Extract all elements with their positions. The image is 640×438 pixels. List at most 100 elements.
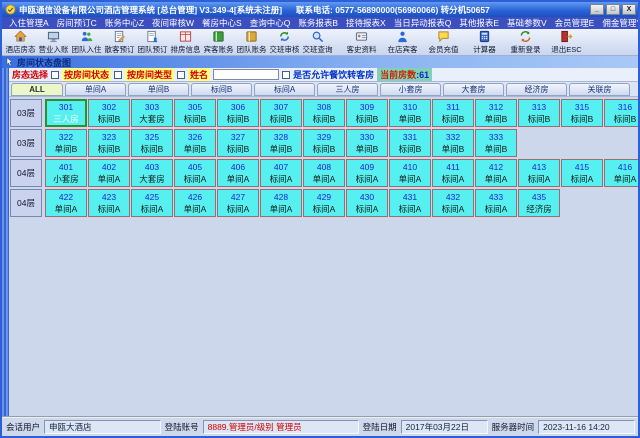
room-cell-403[interactable]: 403大套房 xyxy=(131,159,173,187)
room-cell-433[interactable]: 433标间A xyxy=(475,189,517,217)
menu-item-13[interactable]: 佣金管理Y xyxy=(598,17,638,29)
room-cell-427[interactable]: 427标间A xyxy=(217,189,259,217)
room-cell-426[interactable]: 426单间A xyxy=(174,189,216,217)
room-cell-329[interactable]: 329标间B xyxy=(303,129,345,157)
room-cell-323[interactable]: 323标间B xyxy=(88,129,130,157)
room-cell-302[interactable]: 302标间B xyxy=(88,99,130,127)
room-cell-303[interactable]: 303大套房 xyxy=(131,99,173,127)
room-cell-435[interactable]: 435经济房 xyxy=(518,189,560,217)
room-cell-406[interactable]: 406单间A xyxy=(217,159,259,187)
tab-7[interactable]: 大套房 xyxy=(443,83,504,96)
room-cell-328[interactable]: 328单间B xyxy=(260,129,302,157)
room-cell-309[interactable]: 309标间B xyxy=(346,99,388,127)
toolbar-button-calculator[interactable]: 计算器 xyxy=(464,30,505,54)
room-cell-305[interactable]: 305标间B xyxy=(174,99,216,127)
tab-5[interactable]: 三人房 xyxy=(317,83,378,96)
room-cell-416[interactable]: 416单间A xyxy=(604,159,638,187)
tab-8[interactable]: 经济房 xyxy=(506,83,567,96)
minimize-button[interactable]: _ xyxy=(590,4,604,15)
menu-item-4[interactable]: 夜间审核W xyxy=(148,17,198,29)
room-cell-407[interactable]: 407标间A xyxy=(260,159,302,187)
toolbar-button-team-account[interactable]: 团队账务 xyxy=(235,30,268,54)
tab-4[interactable]: 标间A xyxy=(254,83,315,96)
toolbar-button-member-topup[interactable]: 会员充值 xyxy=(423,30,464,54)
room-cell-425[interactable]: 425标间A xyxy=(131,189,173,217)
close-button[interactable]: X xyxy=(622,4,636,15)
room-cell-301[interactable]: 301三人房 xyxy=(45,99,87,127)
room-cell-408[interactable]: 408单间A xyxy=(303,159,345,187)
room-cell-430[interactable]: 430标间A xyxy=(346,189,388,217)
toolbar-button-relogin[interactable]: 重新登录 xyxy=(505,30,546,54)
room-cell-432[interactable]: 432标间A xyxy=(432,189,474,217)
room-cell-333[interactable]: 333单间B xyxy=(475,129,517,157)
room-cell-411[interactable]: 411标间A xyxy=(432,159,474,187)
room-cell-312[interactable]: 312单间B xyxy=(475,99,517,127)
room-cell-431[interactable]: 431标间A xyxy=(389,189,431,217)
room-cell-326[interactable]: 326单间B xyxy=(174,129,216,157)
menu-item-9[interactable]: 当日异动报表Q xyxy=(390,17,456,29)
room-cell-316[interactable]: 316标间B xyxy=(604,99,638,127)
room-cell-311[interactable]: 311标间B xyxy=(432,99,474,127)
tab-6[interactable]: 小套房 xyxy=(380,83,441,96)
toolbar-button-cashier[interactable]: 营业入账 xyxy=(37,30,70,54)
toolbar-button-shift-query[interactable]: 交班查询 xyxy=(301,30,334,54)
room-cell-308[interactable]: 308标间B xyxy=(303,99,345,127)
room-cell-310[interactable]: 310单间B xyxy=(389,99,431,127)
room-cell-325[interactable]: 325标间B xyxy=(131,129,173,157)
menu-item-1[interactable]: 入住管理A xyxy=(5,17,53,29)
room-cell-313[interactable]: 313标间B xyxy=(518,99,560,127)
toolbar-button-guest-account[interactable]: 宾客账务 xyxy=(202,30,235,54)
room-cell-413[interactable]: 413标间A xyxy=(518,159,560,187)
menu-item-10[interactable]: 其他报表E xyxy=(455,17,503,29)
tab-3[interactable]: 标间B xyxy=(191,83,252,96)
menu-item-11[interactable]: 基础参数V xyxy=(503,17,551,29)
toolbar-button-team-checkin[interactable]: 团队入住 xyxy=(70,30,103,54)
menu-item-8[interactable]: 接待报表X xyxy=(342,17,390,29)
tab-all[interactable]: ALL xyxy=(11,83,63,96)
room-cell-332[interactable]: 332单间B xyxy=(432,129,474,157)
allow-transfer-checkbox[interactable] xyxy=(282,71,290,79)
toolbar-button-guest-history[interactable]: 客史资料 xyxy=(341,30,382,54)
room-cell-428[interactable]: 428单间A xyxy=(260,189,302,217)
room-cell-401[interactable]: 401小套房 xyxy=(45,159,87,187)
toolbar-button-walkin-booking[interactable]: 散客预订 xyxy=(103,30,136,54)
room-cell-423[interactable]: 423标间A xyxy=(88,189,130,217)
room-cell-402[interactable]: 402单间A xyxy=(88,159,130,187)
toolbar-button-inhouse-guest[interactable]: 在店宾客 xyxy=(382,30,423,54)
left-splitter-bar[interactable] xyxy=(2,68,9,416)
room-cell-315[interactable]: 315标间B xyxy=(561,99,603,127)
room-cell-331[interactable]: 331标间B xyxy=(389,129,431,157)
tab-2[interactable]: 单间B xyxy=(128,83,189,96)
room-cell-405[interactable]: 405标间A xyxy=(174,159,216,187)
room-cell-306[interactable]: 306标间B xyxy=(217,99,259,127)
menu-item-12[interactable]: 会员管理E xyxy=(551,17,599,29)
menu-item-2[interactable]: 房间预订C xyxy=(53,17,101,29)
toolbar-button-exit[interactable]: 退出ESC xyxy=(546,30,587,54)
tab-9[interactable]: 关联房 xyxy=(569,83,630,96)
menu-item-6[interactable]: 查询中心Q xyxy=(246,17,295,29)
room-cell-409[interactable]: 409标间A xyxy=(346,159,388,187)
toolbar-button-home[interactable]: 酒店房态 xyxy=(4,30,37,54)
menu-item-7[interactable]: 账务报表B xyxy=(294,17,342,29)
maximize-button[interactable]: □ xyxy=(606,4,620,15)
room-cell-322[interactable]: 322单间B xyxy=(45,129,87,157)
menu-item-3[interactable]: 账务中心Z xyxy=(101,17,148,29)
login-date-panel: 2017年03月22日 xyxy=(401,420,488,434)
menu-item-5[interactable]: 餐房中心S xyxy=(198,17,246,29)
room-cell-429[interactable]: 429标间A xyxy=(303,189,345,217)
room-cell-412[interactable]: 412单间A xyxy=(475,159,517,187)
guest-name-input[interactable] xyxy=(213,69,279,80)
room-cell-327[interactable]: 327标间B xyxy=(217,129,259,157)
room-cell-410[interactable]: 410单间A xyxy=(389,159,431,187)
tab-1[interactable]: 单间A xyxy=(65,83,126,96)
room-cell-307[interactable]: 307标间B xyxy=(260,99,302,127)
by-name-checkbox[interactable] xyxy=(177,71,185,79)
toolbar-button-team-booking[interactable]: 团队预订 xyxy=(136,30,169,54)
toolbar-button-room-info[interactable]: 排房信息 xyxy=(169,30,202,54)
room-cell-422[interactable]: 422单间A xyxy=(45,189,87,217)
by-type-checkbox[interactable] xyxy=(114,71,122,79)
toolbar-button-shift-audit[interactable]: 交班审核 xyxy=(268,30,301,54)
room-cell-330[interactable]: 330单间B xyxy=(346,129,388,157)
room-cell-415[interactable]: 415标间A xyxy=(561,159,603,187)
by-status-checkbox[interactable] xyxy=(51,71,59,79)
